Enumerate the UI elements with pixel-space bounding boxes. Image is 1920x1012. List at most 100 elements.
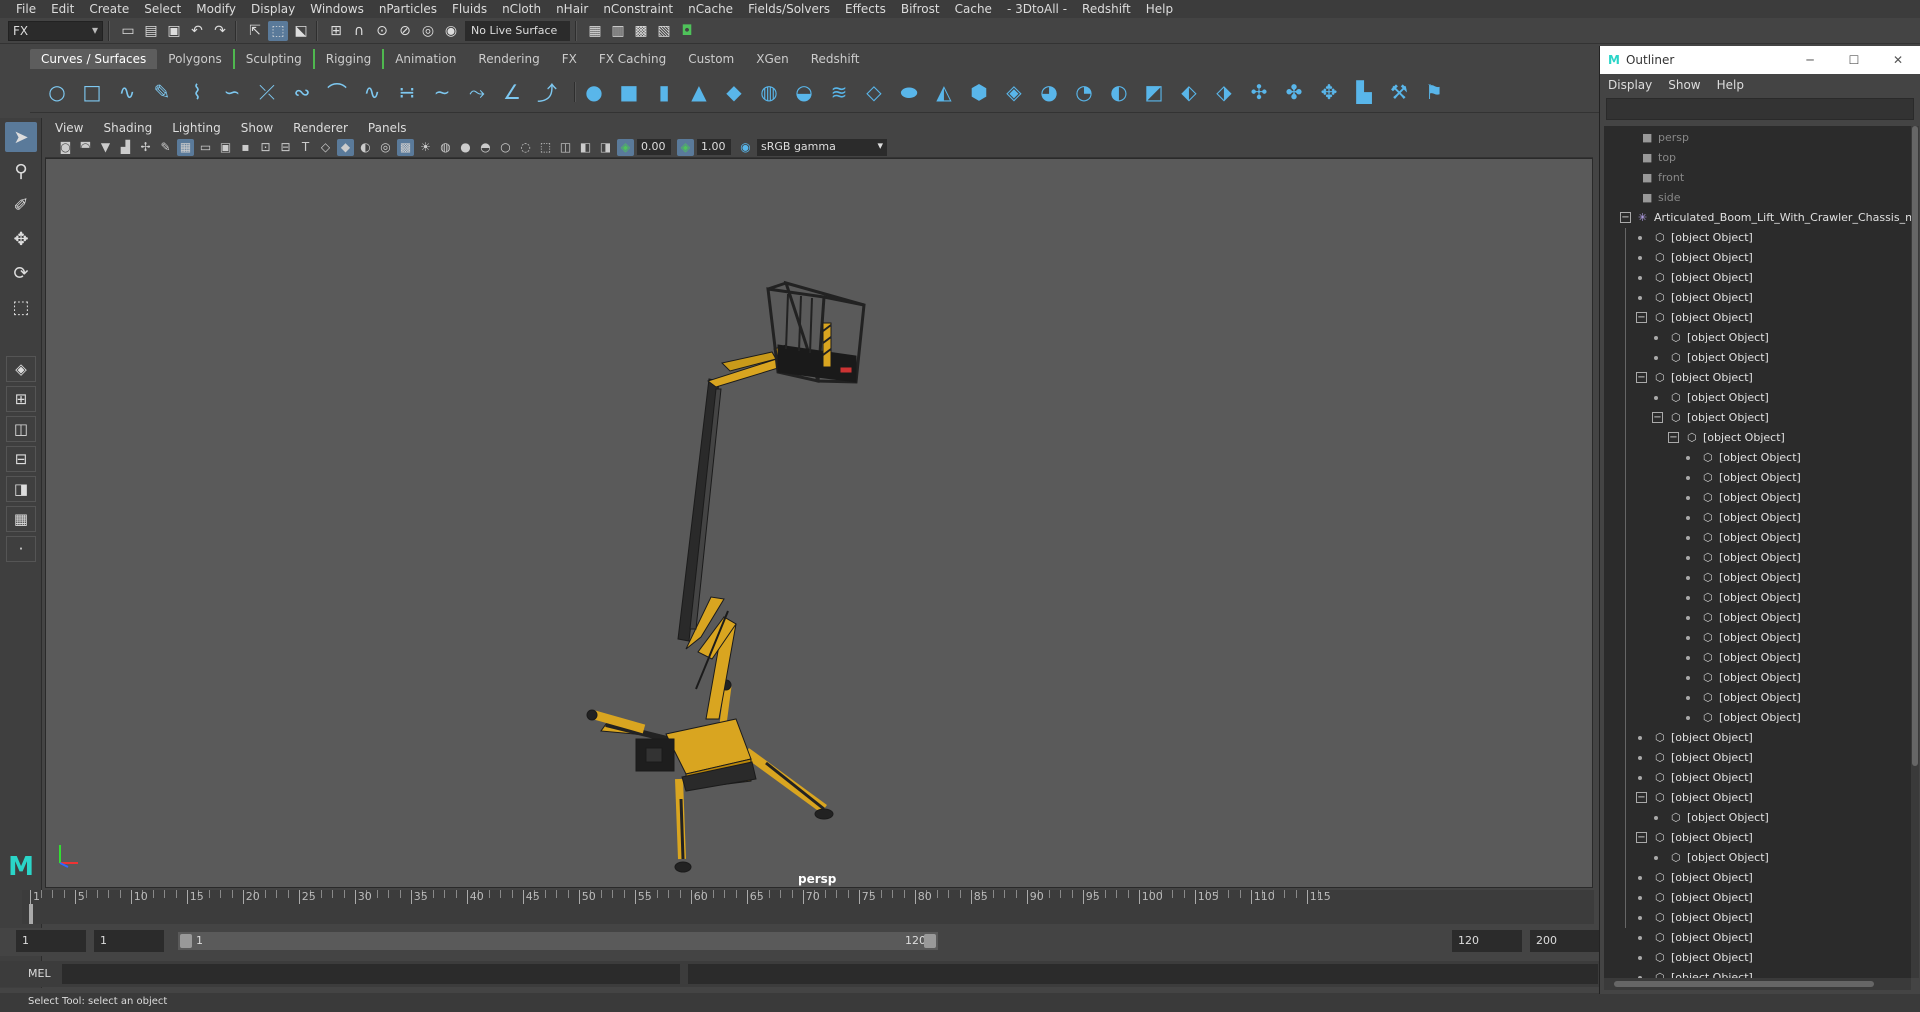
tab-custom[interactable]: Custom: [677, 49, 745, 69]
snap-surface-icon[interactable]: ◎: [418, 21, 438, 41]
motion-blur-icon[interactable]: ◓: [477, 139, 494, 156]
collapse-toggle-icon[interactable]: −: [1636, 832, 1647, 843]
viewport-menu-lighting[interactable]: Lighting: [162, 121, 231, 135]
birail-icon[interactable]: ◭: [931, 79, 957, 105]
project-curve-icon[interactable]: ⤴: [534, 79, 560, 105]
menu-nhair[interactable]: nHair: [548, 2, 595, 16]
outliner-item[interactable]: ⬡ [object Object]: [1604, 868, 1911, 888]
outliner-menu-help[interactable]: Help: [1717, 78, 1760, 92]
safe-title-icon[interactable]: T: [297, 139, 314, 156]
trim-tool-icon[interactable]: ⬖: [1176, 79, 1202, 105]
menu-bifrost[interactable]: Bifrost: [893, 2, 947, 16]
close-icon[interactable]: ✕: [1876, 53, 1920, 67]
uv-editor-layout-icon[interactable]: ▦: [6, 506, 36, 532]
menu-display[interactable]: Display: [243, 2, 302, 16]
outliner-item[interactable]: ⬡ [object Object]: [1604, 708, 1911, 728]
collapse-toggle-icon[interactable]: −: [1652, 412, 1663, 423]
snap-grid-icon[interactable]: ⊞: [326, 21, 346, 41]
color-management-icon[interactable]: ◉: [737, 139, 754, 156]
use-all-lights-icon[interactable]: ☀: [417, 139, 434, 156]
boundary-icon[interactable]: ⬢: [966, 79, 992, 105]
snap-curve-icon[interactable]: ∩: [349, 21, 369, 41]
menu-select[interactable]: Select: [136, 2, 188, 16]
surface-editing-icon[interactable]: ⚑: [1421, 79, 1447, 105]
nurbs-torus-icon[interactable]: ◍: [756, 79, 782, 105]
exposure-field[interactable]: 0.00: [637, 139, 671, 155]
bevel-plus-icon[interactable]: ◔: [1071, 79, 1097, 105]
nurbs-cube-icon[interactable]: ■: [616, 79, 642, 105]
multisample-aa-icon[interactable]: ○: [497, 139, 514, 156]
outliner-item[interactable]: − ⬡ [object Object]: [1604, 408, 1911, 428]
render-settings-icon[interactable]: ▧: [654, 21, 674, 41]
outliner-item[interactable]: ⬡ [object Object]: [1604, 668, 1911, 688]
menu-3dtoall[interactable]: - 3DtoAll -: [999, 2, 1074, 16]
time-slider[interactable]: 1 5 10 15 20 25 30 35 40 45 50 55 60 65 70 75 80 85 90 95 10…: [22, 890, 1594, 924]
outliner-item[interactable]: ⬡ [object Object]: [1604, 748, 1911, 768]
menu-edit[interactable]: Edit: [43, 2, 81, 16]
tab-redshift[interactable]: Redshift: [800, 49, 871, 69]
square-surface-icon[interactable]: ◈: [1001, 79, 1027, 105]
rebuild-curve-icon[interactable]: ∿: [359, 79, 385, 105]
outliner-root-item[interactable]: − ✳ Articulated_Boom_Lift_With_Crawler_Cha…: [1604, 208, 1911, 228]
select-object-icon[interactable]: ⬚: [268, 20, 288, 41]
revolve-icon[interactable]: ◒: [791, 79, 817, 105]
collapse-toggle-icon[interactable]: −: [1620, 212, 1631, 223]
field-chart-icon[interactable]: ⊡: [257, 139, 274, 156]
menu-file[interactable]: File: [8, 2, 43, 16]
playback-end-field[interactable]: 120: [1452, 930, 1522, 952]
outliner-item[interactable]: ⬡ [object Object]: [1604, 808, 1911, 828]
insert-isoparm-icon[interactable]: ✤: [1281, 79, 1307, 105]
render-view-icon[interactable]: ▦: [585, 21, 605, 41]
menu-create[interactable]: Create: [81, 2, 136, 16]
nurbs-circle-icon[interactable]: ○: [44, 79, 70, 105]
pencil-curve-icon[interactable]: ✎: [149, 79, 175, 105]
outliner-item[interactable]: ⬡ [object Object]: [1604, 588, 1911, 608]
outliner-item[interactable]: ⬡ [object Object]: [1604, 508, 1911, 528]
outliner-item[interactable]: − ⬡ [object Object]: [1604, 368, 1911, 388]
menu-effects[interactable]: Effects: [837, 2, 893, 16]
tab-rendering[interactable]: Rendering: [467, 49, 550, 69]
gamma-icon[interactable]: ◈: [677, 138, 694, 156]
hypershade-icon[interactable]: ◘: [677, 21, 697, 41]
tab-curves-surfaces[interactable]: Curves / Surfaces: [30, 49, 158, 69]
scroll-thumb[interactable]: [1614, 981, 1874, 987]
outliner-camera-item[interactable]: ■ top: [1604, 148, 1911, 168]
outliner-item[interactable]: ⬡ [object Object]: [1604, 248, 1911, 268]
outliner-item[interactable]: − ⬡ [object Object]: [1604, 428, 1911, 448]
wireframe-icon[interactable]: ◇: [317, 139, 334, 156]
detach-curves-icon[interactable]: ⌒: [324, 79, 350, 105]
command-input[interactable]: [62, 964, 680, 984]
offset-curve-icon[interactable]: ∠: [499, 79, 525, 105]
textured-icon[interactable]: ▩: [397, 138, 414, 156]
tab-xgen[interactable]: XGen: [745, 49, 800, 69]
nurbs-square-icon[interactable]: □: [79, 79, 105, 105]
range-slider[interactable]: 1 120: [178, 932, 938, 950]
outliner-horizontal-scrollbar[interactable]: [1604, 978, 1911, 990]
outliner-item[interactable]: ⬡ [object Object]: [1604, 848, 1911, 868]
rebuild-surface-icon[interactable]: ◩: [1141, 79, 1167, 105]
select-tool-icon[interactable]: ➤: [5, 122, 37, 152]
insert-knot-icon[interactable]: ∼: [429, 79, 455, 105]
safe-action-icon[interactable]: ⊟: [277, 139, 294, 156]
menu-nconstraint[interactable]: nConstraint: [595, 2, 680, 16]
bevel-icon[interactable]: ◕: [1036, 79, 1062, 105]
xray-active-icon[interactable]: ◧: [577, 139, 594, 156]
view-transform-dropdown[interactable]: sRGB gamma: [757, 138, 887, 156]
outliner-menu-show[interactable]: Show: [1668, 78, 1716, 92]
hypershade-layout-icon[interactable]: ◨: [6, 476, 36, 502]
paint-select-icon[interactable]: ✐: [5, 190, 37, 220]
new-scene-icon[interactable]: ▭: [118, 21, 138, 41]
outliner-item[interactable]: ⬡ [object Object]: [1604, 268, 1911, 288]
outliner-item[interactable]: ⬡ [object Object]: [1604, 888, 1911, 908]
menu-fluids[interactable]: Fluids: [444, 2, 494, 16]
live-surface-field[interactable]: No Live Surface: [465, 20, 570, 41]
nurbs-sphere-icon[interactable]: ●: [581, 79, 607, 105]
curve-tool-icon[interactable]: ⤫: [254, 79, 280, 105]
menu-fields-solvers[interactable]: Fields/Solvers: [740, 2, 837, 16]
bookmark-icon[interactable]: ▼: [97, 139, 114, 156]
select-camera-icon[interactable]: ◙: [57, 139, 74, 156]
smooth-shade-icon[interactable]: ◆: [337, 138, 354, 156]
menu-cache[interactable]: Cache: [947, 2, 999, 16]
collapse-toggle-icon[interactable]: −: [1636, 372, 1647, 383]
select-hierarchy-icon[interactable]: ⇱: [245, 21, 265, 41]
